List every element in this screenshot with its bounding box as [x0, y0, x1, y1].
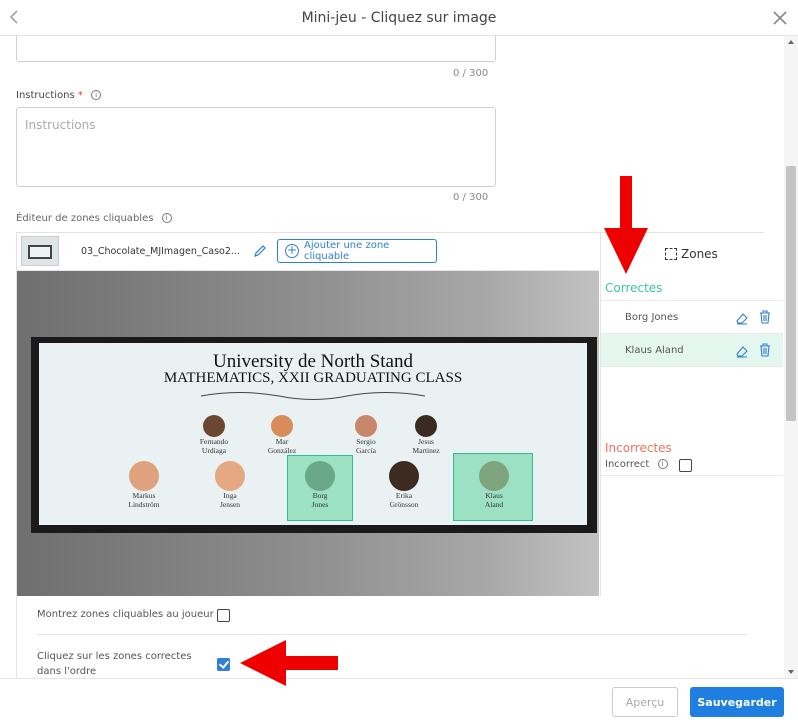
- modal-title: Mini-jeu - Cliquez sur image: [301, 9, 497, 26]
- scrollbar-thumb[interactable]: [786, 166, 796, 421]
- trash-icon[interactable]: [759, 310, 771, 324]
- modal-footer: Aperçu Sauvegarder: [0, 678, 798, 720]
- editor-label-text: Éditeur de zones cliquables: [16, 213, 154, 224]
- person-card: Erika Grönsson: [377, 461, 431, 509]
- person-card: Jesus Martinez: [399, 415, 453, 455]
- person-name: Fernando Urdiaga: [199, 437, 229, 455]
- scroll-down-icon[interactable]: [788, 670, 794, 674]
- add-zone-button[interactable]: + Ajouter une zone cliquable: [277, 239, 437, 263]
- instructions-label-text: Instructions: [16, 90, 75, 101]
- person-name: Klaus Aland: [484, 491, 504, 509]
- person-name: Jesus Martinez: [412, 437, 440, 455]
- picture-frame: University de North Stand MATHEMATICS, X…: [31, 337, 597, 533]
- order-label: Cliquez sur les zones correctes dans l'o…: [37, 651, 192, 677]
- editor-toolbar: 03_Chocolate_MJImagen_Caso2... + Ajouter…: [17, 233, 599, 271]
- person-name: Markus Lindström: [128, 491, 160, 509]
- ornament-icon: [200, 392, 426, 400]
- incorrect-category-label: Incorrectes: [605, 441, 672, 455]
- instructions-counter: 0 / 300: [453, 192, 489, 203]
- required-marker: *: [77, 90, 83, 101]
- instructions-placeholder: Instructions: [25, 118, 96, 132]
- board-subtitle: MATHEMATICS, XXII GRADUATING CLASS: [163, 370, 463, 386]
- vertical-scrollbar[interactable]: [784, 36, 798, 678]
- eraser-icon[interactable]: [735, 311, 749, 325]
- incorrect-checkbox[interactable]: [679, 459, 692, 472]
- person-name: Borg Jones: [311, 491, 329, 509]
- info-icon: i: [657, 459, 668, 469]
- image-filename: 03_Chocolate_MJImagen_Caso2...: [81, 246, 240, 257]
- show-zones-checkbox[interactable]: [217, 609, 230, 622]
- info-icon: i: [161, 213, 172, 223]
- info-icon: i: [91, 90, 102, 100]
- person-name: Erika Grönsson: [389, 491, 419, 509]
- save-button[interactable]: Sauvegarder: [690, 687, 784, 717]
- description-counter: 0 / 300: [453, 68, 489, 79]
- order-checkbox[interactable]: [217, 658, 230, 671]
- plus-circle-icon: +: [285, 243, 299, 258]
- zones-title: Zones: [665, 247, 718, 261]
- editor-options: Montrez zones cliquables au joueur Cliqu…: [17, 596, 765, 678]
- person-card: Mar González: [255, 415, 309, 455]
- preview-button[interactable]: Aperçu: [612, 687, 678, 717]
- edit-pencil-icon[interactable]: [253, 244, 267, 258]
- modal-header: Mini-jeu - Cliquez sur image: [0, 0, 798, 36]
- eraser-icon[interactable]: [735, 344, 749, 358]
- close-icon[interactable]: [770, 8, 790, 28]
- zones-title-text: Zones: [681, 247, 718, 261]
- person-card: Sergio García: [339, 415, 393, 455]
- image-thumbnail[interactable]: [21, 236, 59, 266]
- person-card: Markus Lindström: [117, 461, 171, 509]
- person-card: Inga Jensen: [203, 461, 257, 509]
- scroll-up-icon[interactable]: [788, 40, 794, 44]
- annotation-arrow-down-icon: [604, 176, 648, 274]
- incorrect-field-text: Incorrect: [605, 459, 650, 470]
- show-zones-label: Montrez zones cliquables au joueur: [37, 609, 214, 620]
- instructions-label: Instructions * i: [16, 90, 102, 101]
- zones-icon: [665, 248, 677, 260]
- person-card: Borg Jones: [293, 461, 347, 509]
- modal-body: 0 / 300 Instructions * i Instructions 0 …: [0, 36, 798, 678]
- zone-row-selected[interactable]: Klaus Aland: [601, 333, 783, 366]
- zone-row-label: Klaus Aland: [625, 345, 684, 356]
- person-card: Fernando Urdiaga: [187, 415, 241, 455]
- zone-list-divider: [601, 366, 783, 367]
- correct-category-label: Correctes: [605, 281, 663, 295]
- zone-row-label: Borg Jones: [625, 312, 679, 323]
- annotation-arrow-left-icon: [240, 640, 338, 686]
- person-card: Klaus Aland: [467, 461, 521, 509]
- add-zone-label: Ajouter une zone cliquable: [304, 240, 390, 262]
- divider: [601, 475, 783, 476]
- editor-label: Éditeur de zones cliquables i: [16, 213, 172, 224]
- back-chevron-icon[interactable]: [6, 8, 24, 26]
- zone-editor: 03_Chocolate_MJImagen_Caso2... + Ajouter…: [16, 232, 783, 678]
- person-name: Sergio García: [356, 437, 376, 455]
- incorrect-field-label: Incorrect i: [605, 459, 668, 470]
- instructions-field[interactable]: Instructions: [16, 107, 496, 187]
- person-name: Inga Jensen: [220, 491, 240, 509]
- person-name: Mar González: [267, 437, 297, 455]
- zone-row[interactable]: Borg Jones: [601, 300, 783, 333]
- graduation-board: University de North Stand MATHEMATICS, X…: [39, 343, 587, 525]
- image-canvas[interactable]: University de North Stand MATHEMATICS, X…: [17, 271, 599, 596]
- trash-icon[interactable]: [759, 343, 771, 357]
- zones-panel: Zones Correctes Borg Jones Klaus Aland I…: [600, 233, 783, 596]
- divider: [37, 634, 747, 635]
- description-field[interactable]: [16, 36, 496, 62]
